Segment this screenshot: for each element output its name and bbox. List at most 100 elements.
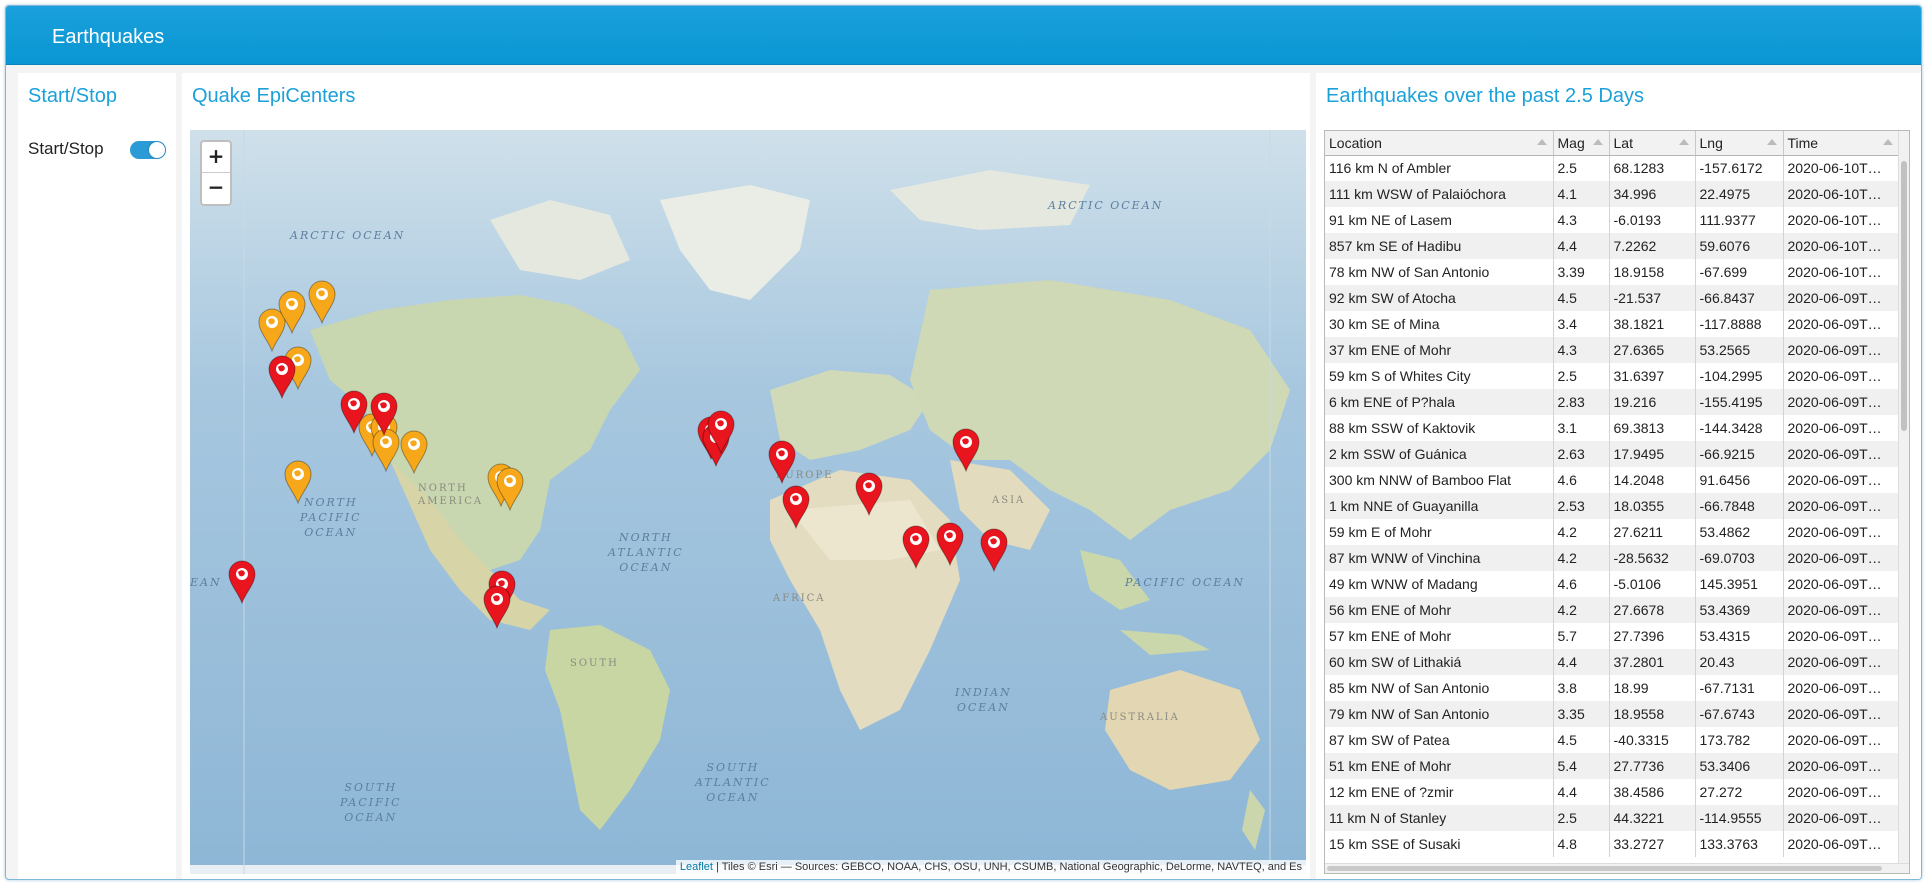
cell-mag: 4.4 (1553, 779, 1610, 805)
earth-icon (400, 430, 428, 475)
cell-time: 2020-06-09T… (1783, 649, 1900, 675)
cell-lat: 31.6397 (1609, 363, 1696, 389)
cell-mag: 3.39 (1553, 259, 1610, 285)
cell-time: 2020-06-09T… (1783, 779, 1900, 805)
cell-time: 2020-06-10T… (1783, 259, 1900, 285)
table-title: Earthquakes over the past 2.5 Days (1326, 85, 1644, 107)
cell-time: 2020-06-09T… (1783, 545, 1900, 571)
label-australia: AUSTRALIA (1100, 712, 1180, 723)
cell-lng: -67.6743 (1695, 701, 1784, 727)
quake-marker[interactable] (228, 560, 256, 605)
horizontal-scrollbar[interactable] (1325, 863, 1909, 873)
cell-location: 49 km WNW of Madang (1325, 571, 1554, 597)
table-row[interactable]: 49 km WNW of Madang 4.6 -5.0106 145.3951 202… (1325, 571, 1900, 597)
cell-location: 857 km SE of Hadibu (1325, 233, 1554, 259)
epicenter-map[interactable]: ARCTIC OCEAN ARCTIC OCEAN NORTH PACIFIC … (190, 130, 1306, 874)
cell-lat: 18.9158 (1609, 259, 1696, 285)
quake-marker[interactable] (308, 280, 336, 325)
cell-location: 37 km ENE of Mohr (1325, 337, 1554, 363)
quake-marker[interactable] (782, 485, 810, 530)
quake-marker[interactable] (370, 392, 398, 437)
cell-lng: 53.2565 (1695, 337, 1784, 363)
quake-marker[interactable] (400, 430, 428, 475)
zoom-out-button[interactable]: − (202, 173, 230, 204)
table-row[interactable]: 59 km S of Whites City 2.5 31.6397 -104.299… (1325, 363, 1900, 389)
table-row[interactable]: 57 km ENE of Mohr 5.7 27.7396 53.4315 2020-0… (1325, 623, 1900, 649)
table-row[interactable]: 15 km SSE of Susaki 4.8 33.2727 133.3763 202… (1325, 831, 1900, 857)
earth-icon (902, 525, 930, 570)
column-header-mag[interactable]: Mag (1553, 131, 1610, 156)
quake-marker[interactable] (980, 528, 1008, 573)
table-row[interactable]: 12 km ENE of ?zmir 4.4 38.4586 27.272 2020-0… (1325, 779, 1900, 805)
vertical-scrollbar[interactable] (1898, 131, 1909, 873)
cell-lat: 38.4586 (1609, 779, 1696, 805)
zoom-control: + − (200, 140, 232, 206)
column-header-lng[interactable]: Lng (1695, 131, 1784, 156)
zoom-in-button[interactable]: + (202, 142, 230, 173)
cell-time: 2020-06-09T… (1783, 311, 1900, 337)
table-row[interactable]: 11 km N of Stanley 2.5 44.3221 -114.9555 202… (1325, 805, 1900, 831)
column-header-location[interactable]: Location (1325, 131, 1554, 156)
cell-lng: -144.3428 (1695, 415, 1784, 441)
table-row[interactable]: 37 km ENE of Mohr 4.3 27.6365 53.2565 2020-0… (1325, 337, 1900, 363)
label-ocean-fragment: EAN (190, 576, 222, 589)
earth-icon (707, 410, 735, 455)
table-row[interactable]: 1 km NNE of Guayanilla 2.53 18.0355 -66.784… (1325, 493, 1900, 519)
table-row[interactable]: 30 km SE of Mina 3.4 38.1821 -117.8888 2020-… (1325, 311, 1900, 337)
horizontal-scroll-thumb[interactable] (1327, 866, 1882, 871)
label-arctic-ocean-right: ARCTIC OCEAN (1048, 199, 1164, 212)
quake-marker[interactable] (496, 467, 524, 512)
app-window: Earthquakes Start/Stop Start/Stop Quake … (5, 5, 1922, 880)
cell-time: 2020-06-09T… (1783, 753, 1900, 779)
column-header-lat[interactable]: Lat (1609, 131, 1696, 156)
startstop-title: Start/Stop (28, 85, 117, 107)
cell-mag: 4.5 (1553, 285, 1610, 311)
table-row[interactable]: 60 km SW of Lithakiá 4.4 37.2801 20.43 2020-… (1325, 649, 1900, 675)
label-south-pacific: SOUTH PACIFIC OCEAN (340, 781, 402, 824)
quake-marker[interactable] (902, 525, 930, 570)
table-row[interactable]: 51 km ENE of Mohr 5.4 27.7736 53.3406 2020-0… (1325, 753, 1900, 779)
table-row[interactable]: 59 km E of Mohr 4.2 27.6211 53.4862 2020-06-… (1325, 519, 1900, 545)
cell-lng: 59.6076 (1695, 233, 1784, 259)
column-header-time[interactable]: Time (1783, 131, 1900, 156)
quake-marker[interactable] (768, 440, 796, 485)
cell-mag: 2.5 (1553, 363, 1610, 389)
quake-marker[interactable] (855, 472, 883, 517)
leaflet-link[interactable]: Leaflet (680, 861, 713, 873)
quake-marker[interactable] (278, 290, 306, 335)
table-row[interactable]: 87 km WNW of Vinchina 4.2 -28.5632 -69.0703… (1325, 545, 1900, 571)
toggle-knob (149, 142, 165, 158)
quake-marker[interactable] (952, 428, 980, 473)
table-row[interactable]: 91 km NE of Lasem 4.3 -6.0193 111.9377 2020-… (1325, 207, 1900, 233)
cell-mag: 4.4 (1553, 233, 1610, 259)
table-row[interactable]: 111 km WSW of Palaióchora 4.1 34.996 22.497… (1325, 181, 1900, 207)
table-row[interactable]: 2 km SSW of Guánica 2.63 17.9495 -66.9215 20… (1325, 441, 1900, 467)
table-row[interactable]: 6 km ENE of P?hala 2.83 19.216 -155.4195 202… (1325, 389, 1900, 415)
vertical-scroll-thumb[interactable] (1901, 161, 1907, 431)
table-row[interactable]: 56 km ENE of Mohr 4.2 27.6678 53.4369 2020-0… (1325, 597, 1900, 623)
cell-lat: 19.216 (1609, 389, 1696, 415)
table-row[interactable]: 78 km NW of San Antonio 3.39 18.9158 -67.69… (1325, 259, 1900, 285)
table-row[interactable]: 87 km SW of Patea 4.5 -40.3315 173.782 2020-… (1325, 727, 1900, 753)
quake-marker[interactable] (284, 460, 312, 505)
table-row[interactable]: 88 km SSW of Kaktovik 3.1 69.3813 -144.3428… (1325, 415, 1900, 441)
cell-mag: 2.5 (1553, 155, 1610, 181)
table-row[interactable]: 92 km SW of Atocha 4.5 -21.537 -66.8437 2020… (1325, 285, 1900, 311)
table-row[interactable]: 116 km N of Ambler 2.5 68.1283 -157.6172 202… (1325, 155, 1900, 181)
sort-icon (1678, 139, 1689, 145)
quake-marker[interactable] (936, 522, 964, 567)
cell-lng: -104.2995 (1695, 363, 1784, 389)
quake-marker[interactable] (268, 355, 296, 400)
quake-marker[interactable] (707, 410, 735, 455)
cell-lng: -69.0703 (1695, 545, 1784, 571)
table-row[interactable]: 857 km SE of Hadibu 4.4 7.2262 59.6076 2020-… (1325, 233, 1900, 259)
table-row[interactable]: 300 km NNW of Bamboo Flat 4.6 14.2048 91.64… (1325, 467, 1900, 493)
table-row[interactable]: 85 km NW of San Antonio 3.8 18.99 -67.7131 2… (1325, 675, 1900, 701)
cell-lat: -6.0193 (1609, 207, 1696, 233)
quake-marker[interactable] (483, 585, 511, 630)
cell-location: 92 km SW of Atocha (1325, 285, 1554, 311)
table-row[interactable]: 79 km NW of San Antonio 3.35 18.9558 -67.67… (1325, 701, 1900, 727)
cell-lng: -66.9215 (1695, 441, 1784, 467)
startstop-toggle[interactable] (130, 141, 166, 159)
cell-location: 57 km ENE of Mohr (1325, 623, 1554, 649)
